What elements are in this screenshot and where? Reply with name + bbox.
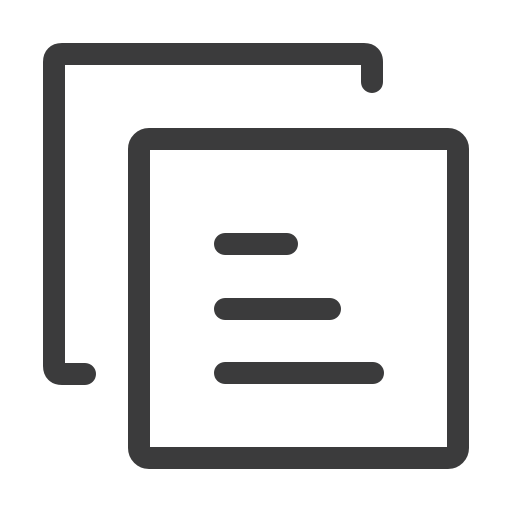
icon-canvas (0, 0, 512, 512)
copy-document-icon (43, 43, 469, 469)
back-sheet-outline (43, 43, 383, 385)
